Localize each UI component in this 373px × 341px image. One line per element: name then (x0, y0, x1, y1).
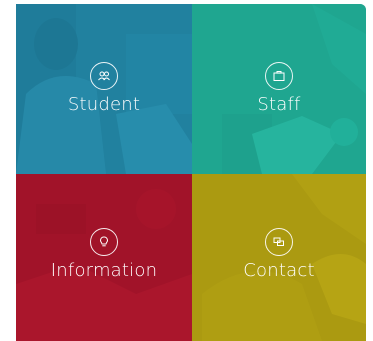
tile-contact[interactable]: Contact (192, 174, 366, 341)
chat-icon (265, 228, 293, 256)
lightbulb-icon (90, 228, 118, 256)
tile-staff[interactable]: Staff (192, 4, 366, 174)
quick-links-grid: Student Staff Information Contact (16, 4, 366, 341)
tile-information[interactable]: Information (16, 174, 192, 341)
tile-staff-label: Staff (257, 94, 301, 115)
tile-student[interactable]: Student (16, 4, 192, 174)
tile-information-label: Information (50, 260, 158, 281)
tile-student-label: Student (67, 94, 141, 115)
users-icon (90, 62, 118, 90)
briefcase-icon (265, 62, 293, 90)
tile-contact-label: Contact (243, 260, 315, 281)
